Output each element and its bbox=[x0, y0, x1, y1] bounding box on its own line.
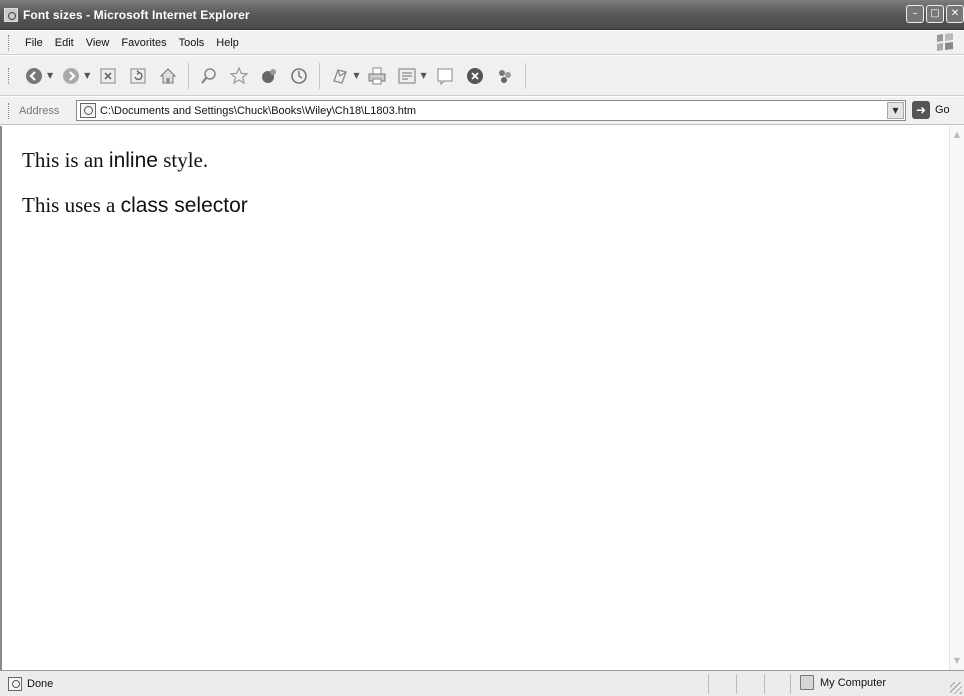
history-icon[interactable] bbox=[287, 64, 311, 88]
edit-icon[interactable] bbox=[395, 64, 419, 88]
menu-help[interactable]: Help bbox=[210, 35, 245, 51]
messenger-icon[interactable] bbox=[463, 64, 487, 88]
mail-dropdown-icon[interactable]: ▼ bbox=[353, 71, 359, 80]
menu-view[interactable]: View bbox=[80, 35, 116, 51]
class-styled-text: class selector bbox=[120, 194, 248, 218]
toolbar-separator bbox=[524, 62, 526, 89]
minimize-icon[interactable]: – bbox=[906, 5, 924, 23]
ie-page-icon bbox=[4, 7, 18, 22]
menu-bar: File Edit View Favorites Tools Help bbox=[0, 31, 964, 55]
scroll-down-icon[interactable]: ▼ bbox=[952, 656, 962, 666]
menu-edit[interactable]: Edit bbox=[49, 35, 80, 51]
para2-before: This uses a bbox=[22, 193, 121, 218]
address-dropdown-icon[interactable]: ▼ bbox=[887, 102, 904, 119]
menu-tools[interactable]: Tools bbox=[173, 35, 211, 51]
browser-window: Font sizes - Microsoft Internet Explorer… bbox=[0, 0, 964, 696]
go-arrow-icon[interactable]: ➜ bbox=[912, 101, 930, 119]
windows-logo-icon bbox=[937, 33, 953, 51]
back-icon[interactable] bbox=[22, 64, 46, 88]
standard-toolbar: ▼ ▼ ▼ ▼ bbox=[0, 56, 964, 96]
status-pane-divider bbox=[736, 674, 737, 694]
forward-dropdown-icon[interactable]: ▼ bbox=[84, 71, 90, 80]
go-label[interactable]: Go bbox=[935, 104, 950, 116]
toolbar-grip[interactable] bbox=[8, 67, 11, 84]
status-pane-divider bbox=[790, 674, 791, 694]
close-icon[interactable]: ✕ bbox=[946, 5, 964, 23]
window-controls: – □ ✕ bbox=[906, 5, 964, 23]
media-icon[interactable] bbox=[257, 64, 281, 88]
security-zone: My Computer bbox=[800, 675, 886, 690]
forward-icon[interactable] bbox=[59, 64, 83, 88]
scroll-up-icon[interactable]: ▲ bbox=[952, 130, 962, 140]
vertical-scrollbar[interactable]: ▲ ▼ bbox=[949, 126, 964, 670]
para1-after: style. bbox=[157, 148, 209, 172]
toolbar-grip[interactable] bbox=[8, 34, 11, 51]
status-text: Done bbox=[27, 677, 54, 690]
menu-favorites[interactable]: Favorites bbox=[115, 35, 172, 51]
address-label: Address bbox=[19, 104, 60, 117]
refresh-icon[interactable] bbox=[126, 64, 150, 88]
mail-icon[interactable] bbox=[328, 64, 352, 88]
inline-styled-text: inline bbox=[108, 149, 158, 172]
status-pane-divider bbox=[708, 674, 709, 694]
para1-before: This is an bbox=[22, 148, 109, 172]
edit-dropdown-icon[interactable]: ▼ bbox=[420, 71, 426, 80]
discuss-icon[interactable] bbox=[433, 64, 457, 88]
page-status-icon bbox=[8, 676, 22, 691]
address-url[interactable]: C:\Documents and Settings\Chuck\Books\Wi… bbox=[100, 105, 416, 117]
inline-style-paragraph: This is an inline style. bbox=[22, 148, 922, 173]
class-selector-paragraph: This uses a class selector bbox=[22, 193, 922, 218]
go-button[interactable]: ➜ Go bbox=[912, 101, 950, 119]
page-icon bbox=[80, 103, 96, 118]
stop-icon[interactable] bbox=[96, 64, 120, 88]
resize-grip-icon[interactable] bbox=[950, 682, 962, 694]
home-icon[interactable] bbox=[156, 64, 180, 88]
favorites-icon[interactable] bbox=[227, 64, 251, 88]
maximize-icon[interactable]: □ bbox=[926, 5, 944, 23]
back-dropdown-icon[interactable]: ▼ bbox=[47, 71, 53, 80]
page-viewport: This is an inline style. This uses a cla… bbox=[0, 126, 964, 670]
print-icon[interactable] bbox=[365, 64, 389, 88]
window-title: Font sizes - Microsoft Internet Explorer bbox=[23, 7, 250, 22]
computer-icon bbox=[800, 675, 814, 690]
zone-label: My Computer bbox=[820, 676, 887, 689]
status-pane-divider bbox=[764, 674, 765, 694]
toolbar-grip[interactable] bbox=[8, 102, 11, 119]
address-input[interactable]: C:\Documents and Settings\Chuck\Books\Wi… bbox=[76, 100, 906, 121]
page-content: This is an inline style. This uses a cla… bbox=[22, 148, 922, 238]
search-icon[interactable] bbox=[197, 64, 221, 88]
title-bar: Font sizes - Microsoft Internet Explorer… bbox=[0, 0, 964, 30]
status-bar: Done My Computer bbox=[0, 670, 964, 696]
research-icon[interactable] bbox=[493, 64, 517, 88]
toolbar-separator bbox=[188, 62, 190, 89]
toolbar-separator bbox=[319, 62, 321, 89]
address-bar: Address C:\Documents and Settings\Chuck\… bbox=[0, 97, 964, 125]
menu-file[interactable]: File bbox=[19, 35, 49, 51]
